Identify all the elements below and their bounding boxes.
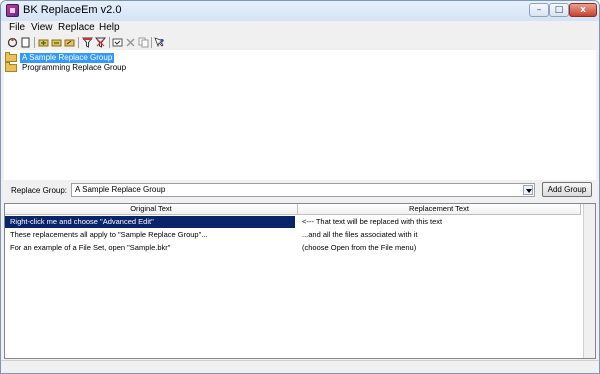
replace-group-label: Replace Group:	[11, 186, 68, 195]
filter-icon[interactable]	[81, 37, 94, 48]
check-icon[interactable]	[112, 37, 123, 48]
folder-icon	[5, 62, 17, 72]
help-icon[interactable]: ?	[154, 37, 165, 48]
replacements-grid: Original Text Replacement Text Right-cli…	[4, 203, 596, 359]
cell-original[interactable]: These replacements all apply to "Sample …	[5, 229, 295, 241]
toolbar-separator	[151, 37, 152, 48]
vertical-scrollbar[interactable]	[583, 204, 595, 358]
cell-original[interactable]: Right-click me and choose "Advanced Edit…	[5, 216, 295, 228]
toolbar: ?	[1, 36, 599, 50]
cell-original[interactable]: For an example of a File Set, open "Samp…	[5, 242, 295, 254]
tree-item-label: A Sample Replace Group	[20, 53, 115, 63]
close-button[interactable]: x	[569, 3, 597, 17]
toolbar-separator	[78, 37, 79, 48]
cell-replacement[interactable]: ...and all the files associated with it	[300, 229, 580, 241]
title-bar[interactable]: BK ReplaceEm v2.0 – □ x	[1, 1, 599, 21]
cell-replacement[interactable]: (choose Open from the File menu)	[300, 242, 580, 254]
new-icon[interactable]	[20, 37, 31, 48]
table-row[interactable]: Right-click me and choose "Advanced Edit…	[5, 216, 581, 228]
remove-folder-icon[interactable]	[51, 37, 62, 48]
open-icon[interactable]	[7, 37, 18, 48]
replace-group-value: A Sample Replace Group	[75, 185, 166, 194]
add-folder-icon[interactable]	[38, 37, 49, 48]
status-bar	[1, 360, 599, 373]
add-group-button[interactable]: Add Group	[542, 182, 592, 197]
replace-group-tree[interactable]: A Sample Replace Group Programming Repla…	[4, 50, 596, 180]
menu-bar: File View Replace Help	[1, 21, 599, 36]
toolbar-separator	[34, 37, 35, 48]
tree-item-label: Programming Replace Group	[22, 63, 127, 72]
maximize-button[interactable]: □	[549, 3, 569, 17]
window-title: BK ReplaceEm v2.0	[23, 4, 122, 16]
edit-folder-icon[interactable]	[64, 37, 75, 48]
column-header-original[interactable]: Original Text	[5, 204, 298, 215]
table-row[interactable]: For an example of a File Set, open "Samp…	[5, 242, 581, 254]
app-icon[interactable]	[6, 4, 19, 17]
delete-icon[interactable]	[125, 37, 136, 48]
svg-text:?: ?	[160, 38, 164, 46]
table-row[interactable]: These replacements all apply to "Sample …	[5, 229, 581, 241]
minimize-button[interactable]: –	[529, 3, 549, 17]
chevron-down-icon[interactable]	[523, 185, 533, 195]
menu-help[interactable]: Help	[99, 22, 120, 33]
cell-replacement[interactable]: <--- That text will be replaced with thi…	[300, 216, 580, 228]
folder-icon	[5, 52, 17, 62]
filter-remove-icon[interactable]	[94, 37, 107, 48]
menu-file[interactable]: File	[9, 22, 25, 33]
column-header-replacement[interactable]: Replacement Text	[298, 204, 581, 215]
copy-icon[interactable]	[138, 37, 149, 48]
app-window: BK ReplaceEm v2.0 – □ x File View Replac…	[0, 0, 600, 374]
menu-view[interactable]: View	[31, 22, 53, 33]
menu-replace[interactable]: Replace	[58, 22, 95, 33]
toolbar-separator	[109, 37, 110, 48]
replace-group-select[interactable]: A Sample Replace Group	[71, 183, 535, 197]
